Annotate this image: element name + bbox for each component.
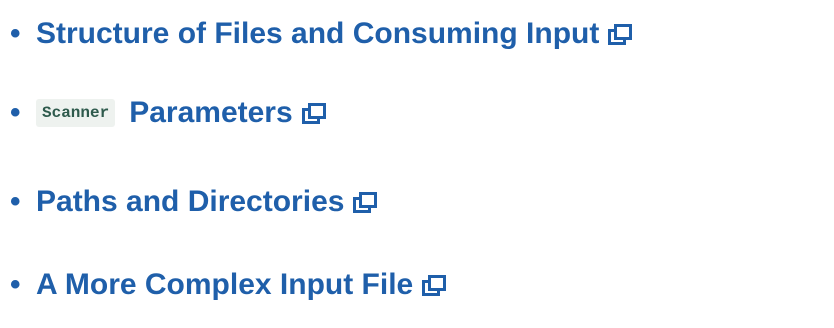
bullet: •	[10, 17, 21, 50]
open-in-new-icon	[301, 103, 326, 125]
link-paths-and-directories[interactable]: Paths and Directories	[36, 185, 378, 219]
code-snippet: Scanner	[36, 99, 116, 127]
open-in-new-icon	[422, 275, 447, 297]
list-item: • Structure of Files and Consuming Input	[10, 14, 633, 54]
link-structure-of-files[interactable]: Structure of Files and Consuming Input	[36, 17, 633, 51]
bullet: •	[10, 268, 21, 301]
open-in-new-icon	[608, 24, 633, 46]
link-label: Paths and Directories	[36, 185, 345, 218]
link-complex-input-file[interactable]: A More Complex Input File	[36, 268, 447, 302]
list-item: • Scanner Parameters	[10, 93, 326, 133]
bullet: •	[10, 96, 21, 129]
link-label: Structure of Files and Consuming Input	[36, 17, 600, 50]
list-item: • Paths and Directories	[10, 182, 378, 222]
open-in-new-icon	[353, 192, 378, 214]
bullet: •	[10, 185, 21, 218]
link-label: A More Complex Input File	[36, 268, 414, 301]
link-label: Parameters	[129, 96, 293, 129]
link-scanner-parameters[interactable]: Scanner Parameters	[36, 96, 326, 130]
list-item: • A More Complex Input File	[10, 265, 447, 305]
